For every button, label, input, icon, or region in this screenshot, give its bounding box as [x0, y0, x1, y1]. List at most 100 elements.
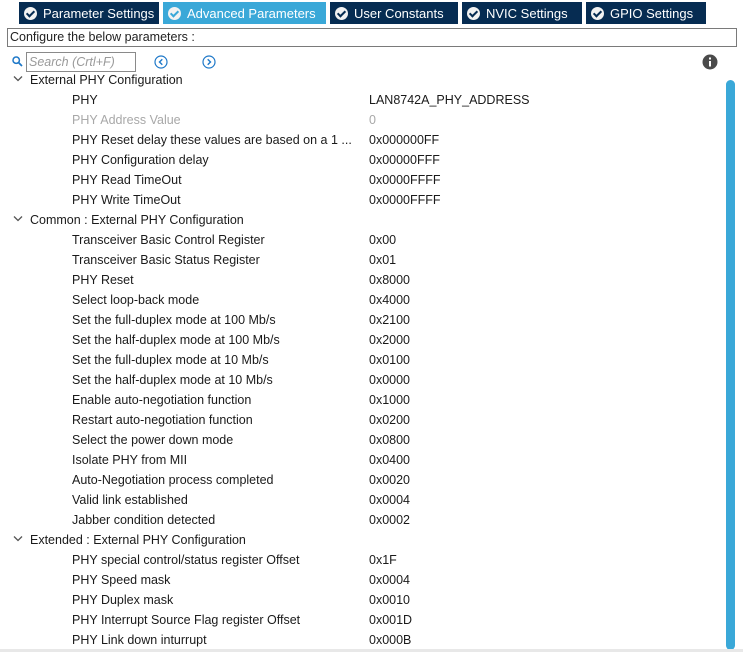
- parameter-row[interactable]: PHY Reset 0x8000: [0, 270, 724, 290]
- parameter-row[interactable]: PHY Interrupt Source Flag register Offse…: [0, 610, 724, 630]
- parameter-value[interactable]: 0x4000: [369, 290, 410, 310]
- parameter-value[interactable]: 0x0020: [369, 470, 410, 490]
- parameter-row[interactable]: Set the half-duplex mode at 100 Mb/s 0x20…: [0, 330, 724, 350]
- parameter-name: Set the full-duplex mode at 100 Mb/s: [72, 313, 276, 327]
- parameter-value[interactable]: 0x1F: [369, 550, 397, 570]
- parameter-row[interactable]: PHY Duplex mask 0x0010: [0, 590, 724, 610]
- check-circle-icon: [467, 6, 480, 20]
- parameter-value[interactable]: 0x0010: [369, 590, 410, 610]
- group-header[interactable]: Common : External PHY Configuration: [0, 210, 724, 230]
- parameter-name: PHY Address Value: [72, 113, 181, 127]
- parameter-row[interactable]: Transceiver Basic Control Register 0x00: [0, 230, 724, 250]
- info-icon[interactable]: [702, 54, 718, 70]
- parameter-value[interactable]: 0x000B: [369, 630, 411, 649]
- parameter-row[interactable]: Jabber condition detected 0x0002: [0, 510, 724, 530]
- parameter-name: Transceiver Basic Status Register: [72, 253, 260, 267]
- tab-user-constants[interactable]: User Constants: [330, 2, 458, 24]
- parameter-row[interactable]: Auto-Negotiation process completed 0x0020: [0, 470, 724, 490]
- parameter-row[interactable]: PHY Address Value 0: [0, 110, 724, 130]
- parameter-value[interactable]: 0x0000FFFF: [369, 190, 441, 210]
- parameter-value[interactable]: 0x2000: [369, 330, 410, 350]
- parameter-value[interactable]: 0x0000FFFF: [369, 170, 441, 190]
- parameter-row[interactable]: Restart auto-negotiation function 0x0200: [0, 410, 724, 430]
- tab-parameter-settings[interactable]: Parameter Settings: [19, 2, 159, 24]
- parameter-row[interactable]: PHY Read TimeOut 0x0000FFFF: [0, 170, 724, 190]
- parameter-row[interactable]: Set the full-duplex mode at 100 Mb/s 0x21…: [0, 310, 724, 330]
- parameter-row[interactable]: Select loop-back mode 0x4000: [0, 290, 724, 310]
- vertical-scrollbar[interactable]: [724, 74, 738, 652]
- parameter-name: Set the full-duplex mode at 10 Mb/s: [72, 353, 269, 367]
- parameter-row[interactable]: Valid link established 0x0004: [0, 490, 724, 510]
- configure-parameters-label: Configure the below parameters :: [7, 28, 737, 47]
- parameter-row[interactable]: PHY Link down inturrupt 0x000B: [0, 630, 724, 649]
- parameter-row[interactable]: Set the half-duplex mode at 10 Mb/s 0x000…: [0, 370, 724, 390]
- parameter-name: Select loop-back mode: [72, 293, 200, 307]
- parameter-name: PHY Read TimeOut: [72, 173, 182, 187]
- parameter-name: PHY special control/status register Offs…: [72, 553, 300, 567]
- parameter-row[interactable]: Enable auto-negotiation function 0x1000: [0, 390, 724, 410]
- parameter-name: Isolate PHY from MII: [72, 453, 188, 467]
- parameter-value[interactable]: 0x0000: [369, 370, 410, 390]
- parameter-row[interactable]: PHY Write TimeOut 0x0000FFFF: [0, 190, 724, 210]
- parameter-value[interactable]: 0x0004: [369, 570, 410, 590]
- parameter-value[interactable]: 0x001D: [369, 610, 412, 630]
- parameter-value[interactable]: 0x01: [369, 250, 396, 270]
- group-title: Common : External PHY Configuration: [30, 213, 244, 227]
- parameter-value[interactable]: 0x0100: [369, 350, 410, 370]
- parameter-tree: External PHY Configuration PHY LAN8742A_PH…: [0, 71, 724, 649]
- check-circle-icon: [168, 6, 181, 20]
- parameter-name: Select the power down mode: [72, 433, 234, 447]
- chevron-down-icon[interactable]: [13, 215, 23, 223]
- search-toolbar: [0, 51, 743, 73]
- parameter-name: PHY Reset: [72, 273, 134, 287]
- parameter-value[interactable]: 0x00: [369, 230, 396, 250]
- parameter-name: Transceiver Basic Control Register: [72, 233, 265, 247]
- tab-gpio-settings[interactable]: GPIO Settings: [586, 2, 706, 24]
- parameter-value[interactable]: 0x0800: [369, 430, 410, 450]
- chevron-down-icon[interactable]: [13, 75, 23, 83]
- parameter-value[interactable]: 0x0002: [369, 510, 410, 530]
- parameter-value[interactable]: 0x000000FF: [369, 130, 439, 150]
- parameter-row[interactable]: PHY LAN8742A_PHY_ADDRESS: [0, 90, 724, 110]
- chevron-down-icon[interactable]: [13, 535, 23, 543]
- group-header[interactable]: External PHY Configuration: [0, 71, 724, 90]
- search-input[interactable]: [26, 52, 136, 72]
- parameter-name: Jabber condition detected: [72, 513, 216, 527]
- tab-advanced-parameters[interactable]: Advanced Parameters: [163, 2, 326, 24]
- parameter-value[interactable]: 0x8000: [369, 270, 410, 290]
- scrollbar-thumb[interactable]: [726, 80, 735, 650]
- parameter-name: Enable auto-negotiation function: [72, 393, 252, 407]
- parameter-row[interactable]: Isolate PHY from MII 0x0400: [0, 450, 724, 470]
- group-title: Extended : External PHY Configuration: [30, 533, 246, 547]
- parameter-value[interactable]: 0x2100: [369, 310, 410, 330]
- parameter-name: Restart auto-negotiation function: [72, 413, 253, 427]
- parameter-value[interactable]: 0x1000: [369, 390, 410, 410]
- check-circle-icon: [335, 6, 348, 20]
- parameter-value[interactable]: 0x00000FFF: [369, 150, 440, 170]
- next-icon[interactable]: [202, 55, 216, 69]
- tab-nvic-settings[interactable]: NVIC Settings: [462, 2, 582, 24]
- tab-label: NVIC Settings: [486, 5, 568, 21]
- parameter-name: Auto-Negotiation process completed: [72, 473, 274, 487]
- parameter-value[interactable]: 0x0200: [369, 410, 410, 430]
- parameter-row[interactable]: PHY Configuration delay 0x00000FFF: [0, 150, 724, 170]
- parameter-row[interactable]: PHY Reset delay these values are based o…: [0, 130, 724, 150]
- tab-label: User Constants: [354, 5, 444, 21]
- parameter-row[interactable]: PHY Speed mask 0x0004: [0, 570, 724, 590]
- parameter-value[interactable]: 0x0400: [369, 450, 410, 470]
- parameter-value[interactable]: 0x0004: [369, 490, 410, 510]
- parameter-value[interactable]: LAN8742A_PHY_ADDRESS: [369, 90, 530, 110]
- tab-bar: Parameter Settings Advanced Parameters U…: [0, 0, 743, 24]
- parameter-name: PHY: [72, 93, 98, 107]
- previous-icon[interactable]: [154, 55, 168, 69]
- parameter-row[interactable]: Transceiver Basic Status Register 0x01: [0, 250, 724, 270]
- parameter-name: PHY Link down inturrupt: [72, 633, 207, 647]
- group-header[interactable]: Extended : External PHY Configuration: [0, 530, 724, 550]
- parameter-row[interactable]: PHY special control/status register Offs…: [0, 550, 724, 570]
- parameter-value: 0: [369, 113, 376, 127]
- tab-label: GPIO Settings: [610, 5, 694, 21]
- parameter-name: Set the half-duplex mode at 100 Mb/s: [72, 333, 280, 347]
- parameter-row[interactable]: Select the power down mode 0x0800: [0, 430, 724, 450]
- parameter-row[interactable]: Set the full-duplex mode at 10 Mb/s 0x010…: [0, 350, 724, 370]
- parameter-name: PHY Configuration delay: [72, 153, 209, 167]
